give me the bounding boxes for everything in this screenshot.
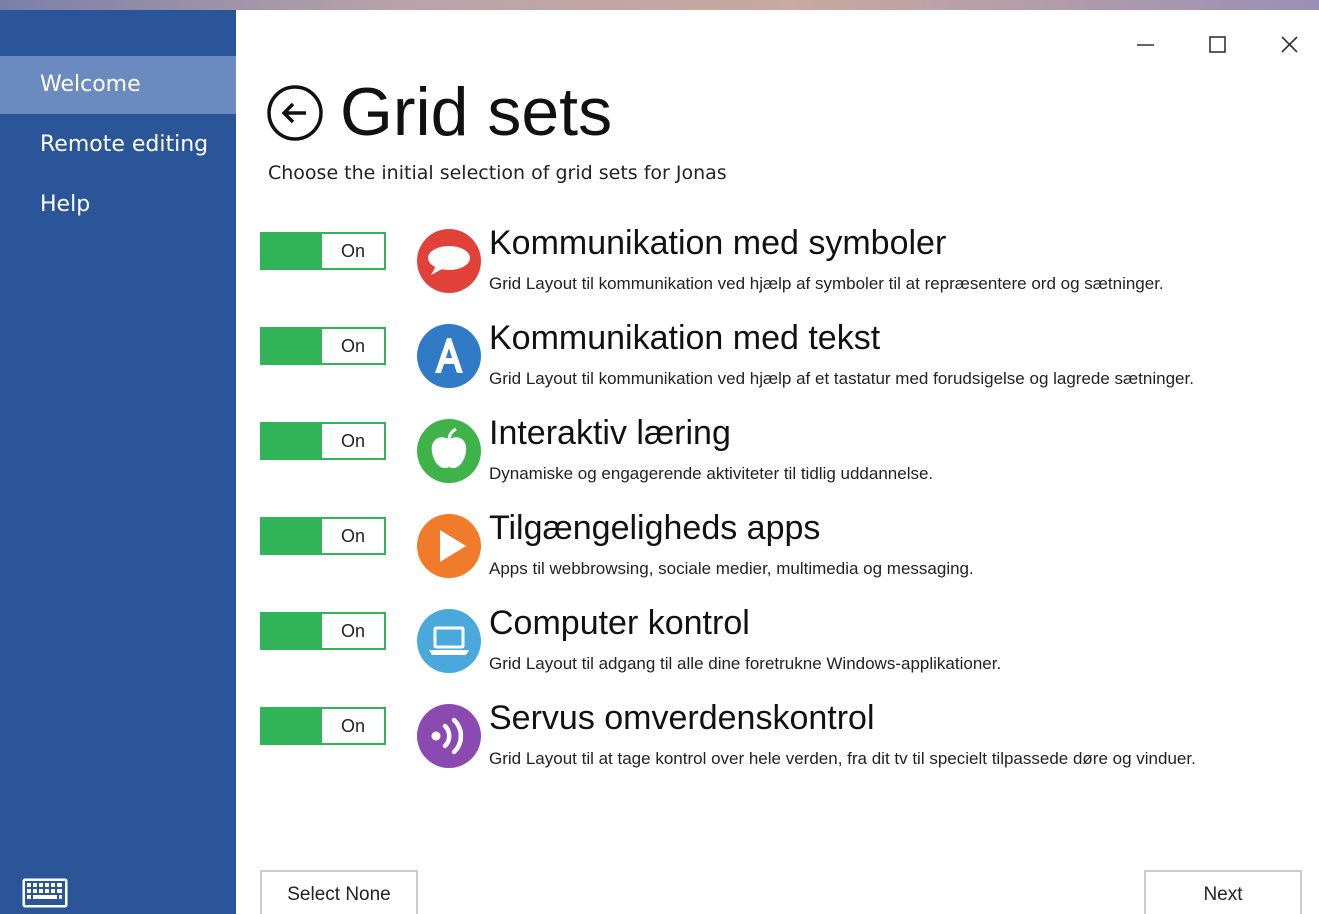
gridset-title: Kommunikation med tekst	[489, 319, 881, 357]
sidebar-item-remote-editing[interactable]: Remote editing	[0, 116, 236, 174]
close-icon[interactable]	[1266, 20, 1312, 56]
toggle-label: On	[322, 424, 384, 458]
gridset-description: Apps til webbrowsing, sociale medier, mu…	[489, 559, 974, 578]
toggle-label: On	[322, 234, 384, 268]
gridset-description: Dynamiske og engagerende aktiviteter til…	[489, 464, 934, 483]
gridset-description: Grid Layout til kommunikation ved hjælp …	[489, 274, 1164, 293]
keyboard-icon[interactable]	[22, 878, 68, 908]
toggle-fill	[262, 709, 322, 743]
toggle-label: On	[322, 709, 384, 743]
gridset-title: Interaktiv læring	[489, 414, 731, 452]
gridset-row: On Interaktiv læring Dynamiske og engage…	[236, 414, 1319, 508]
toggle-fill	[262, 519, 322, 553]
gridset-toggle[interactable]: On	[260, 517, 386, 555]
gridset-toggle[interactable]: On	[260, 327, 386, 365]
gridset-row: On Servus omverdenskontrol Grid Layout t…	[236, 699, 1319, 793]
gridset-title: Tilgængeligheds apps	[489, 509, 821, 547]
gridset-row: On Kommunikation med symboler Grid Layou…	[236, 224, 1319, 318]
minimize-icon[interactable]	[1122, 20, 1168, 56]
gridset-row: On Tilgængeligheds apps Apps til webbrow…	[236, 509, 1319, 603]
gridset-description: Grid Layout til at tage kontrol over hel…	[489, 749, 1196, 768]
gridset-toggle[interactable]: On	[260, 612, 386, 650]
gridset-description: Grid Layout til kommunikation ved hjælp …	[489, 369, 1194, 388]
gridset-title: Servus omverdenskontrol	[489, 699, 875, 737]
speech-bubble-icon	[417, 229, 481, 293]
desktop-background-strip	[0, 0, 1319, 10]
toggle-fill	[262, 424, 322, 458]
gridset-toggle[interactable]: On	[260, 232, 386, 270]
gridset-description: Grid Layout til adgang til alle dine for…	[489, 654, 1002, 673]
sidebar: Welcome Remote editing Help	[0, 10, 236, 914]
main-content: Grid sets Choose the initial selection o…	[236, 10, 1319, 914]
signal-icon	[417, 704, 481, 768]
toggle-label: On	[322, 614, 384, 648]
toggle-fill	[262, 329, 322, 363]
next-button[interactable]: Next	[1144, 870, 1302, 914]
gridset-row: On Kommunikation med tekst Grid Layout t…	[236, 319, 1319, 413]
letter-a-icon	[417, 324, 481, 388]
toggle-label: On	[322, 329, 384, 363]
apple-icon	[417, 419, 481, 483]
laptop-icon	[417, 609, 481, 673]
gridset-toggle[interactable]: On	[260, 707, 386, 745]
toggle-label: On	[322, 519, 384, 553]
gridset-title: Kommunikation med symboler	[489, 224, 947, 262]
toggle-fill	[262, 614, 322, 648]
select-none-button[interactable]: Select None	[260, 870, 418, 914]
play-icon	[417, 514, 481, 578]
sidebar-item-help[interactable]: Help	[0, 176, 236, 234]
page-subtitle: Choose the initial selection of grid set…	[268, 162, 727, 184]
back-arrow-icon[interactable]	[266, 84, 324, 142]
sidebar-item-welcome[interactable]: Welcome	[0, 56, 236, 114]
gridset-toggle[interactable]: On	[260, 422, 386, 460]
toggle-fill	[262, 234, 322, 268]
app-window: Welcome Remote editing Help Grid sets Ch…	[0, 0, 1319, 914]
page-title: Grid sets	[340, 74, 613, 150]
gridset-title: Computer kontrol	[489, 604, 750, 642]
gridset-row: On Computer kontrol Grid Layout til adga…	[236, 604, 1319, 698]
maximize-icon[interactable]	[1194, 20, 1240, 56]
